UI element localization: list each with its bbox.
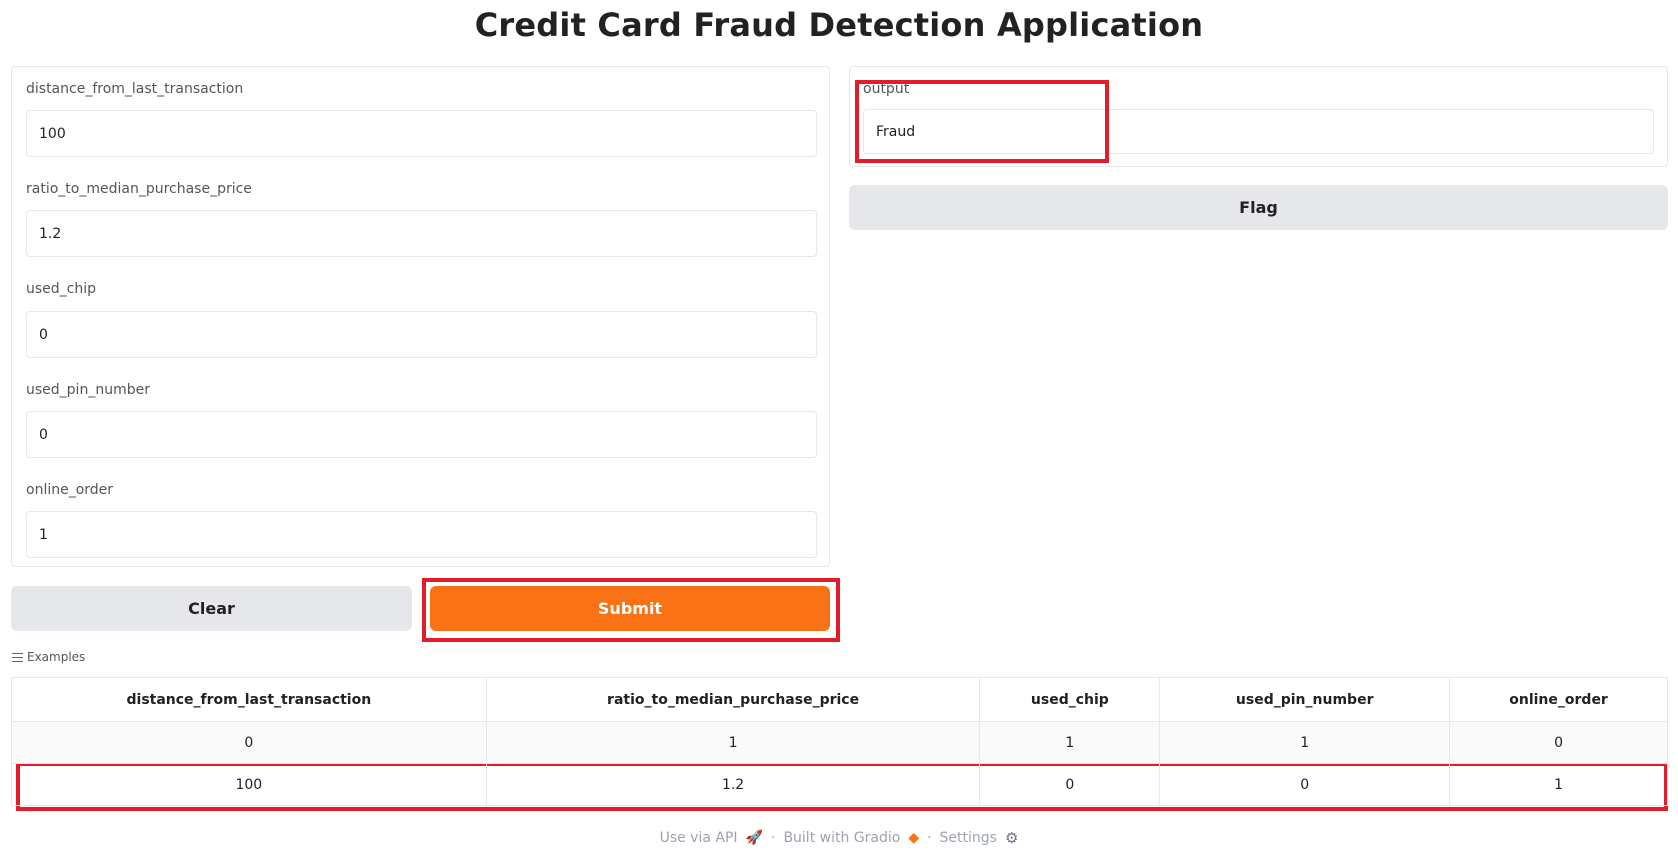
column-header: ratio_to_median_purchase_price: [486, 677, 981, 722]
used-chip-input[interactable]: 0: [26, 311, 817, 358]
example-row[interactable]: 0 1 1 1 0: [11, 721, 1668, 764]
examples-header-row: distance_from_last_transaction ratio_to_…: [11, 677, 1668, 722]
table-cell: 0: [11, 721, 487, 764]
table-cell: 1: [486, 721, 981, 764]
table-cell: 100: [11, 763, 487, 806]
table-cell: 1: [979, 721, 1161, 764]
page-title: Credit Card Fraud Detection Application: [474, 6, 1204, 44]
footer: Use via API 🚀 · Built with Gradio ◆ · Se…: [0, 829, 1678, 847]
submit-button[interactable]: Submit: [430, 586, 830, 631]
built-with-gradio-link[interactable]: Built with Gradio: [783, 830, 900, 846]
table-cell: 1: [1159, 721, 1451, 764]
distance-label: distance_from_last_transaction: [26, 81, 244, 97]
online-order-label: online_order: [26, 482, 114, 498]
used-chip-label: used_chip: [26, 281, 97, 297]
output-panel: output Fraud: [849, 66, 1668, 167]
column-header: used_pin_number: [1159, 677, 1451, 722]
examples-header: Examples: [12, 650, 85, 664]
output-label: output: [863, 81, 910, 97]
ratio-label: ratio_to_median_purchase_price: [26, 181, 252, 197]
distance-input[interactable]: 100: [26, 110, 817, 157]
used-pin-label: used_pin_number: [26, 382, 150, 398]
use-via-api-link[interactable]: Use via API: [660, 830, 738, 846]
list-icon: [12, 652, 23, 662]
ratio-input[interactable]: 1.2: [26, 210, 817, 257]
table-cell: 0: [1159, 763, 1451, 806]
column-header: distance_from_last_transaction: [11, 677, 487, 722]
gear-icon: ⚙: [1004, 829, 1019, 847]
footer-separator: ·: [927, 830, 932, 846]
gradio-logo-icon: ◆: [908, 830, 920, 846]
example-row[interactable]: 100 1.2 0 0 1: [11, 763, 1668, 806]
column-header: used_chip: [979, 677, 1161, 722]
input-panel: distance_from_last_transaction 100 ratio…: [11, 66, 830, 567]
clear-button[interactable]: Clear: [11, 586, 412, 631]
table-cell: 1.2: [486, 763, 981, 806]
settings-link[interactable]: Settings: [940, 830, 997, 846]
examples-label: Examples: [27, 650, 86, 664]
flag-button[interactable]: Flag: [849, 185, 1668, 230]
footer-separator: ·: [770, 830, 776, 846]
table-cell: 0: [1449, 721, 1668, 764]
examples-table: distance_from_last_transaction ratio_to_…: [11, 677, 1668, 806]
output-textbox[interactable]: Fraud: [863, 109, 1654, 154]
used-pin-input[interactable]: 0: [26, 411, 817, 458]
column-header: online_order: [1449, 677, 1668, 722]
table-cell: 1: [1449, 763, 1668, 806]
rocket-icon: 🚀: [745, 830, 763, 846]
table-cell: 0: [979, 763, 1161, 806]
online-order-input[interactable]: 1: [26, 511, 817, 558]
